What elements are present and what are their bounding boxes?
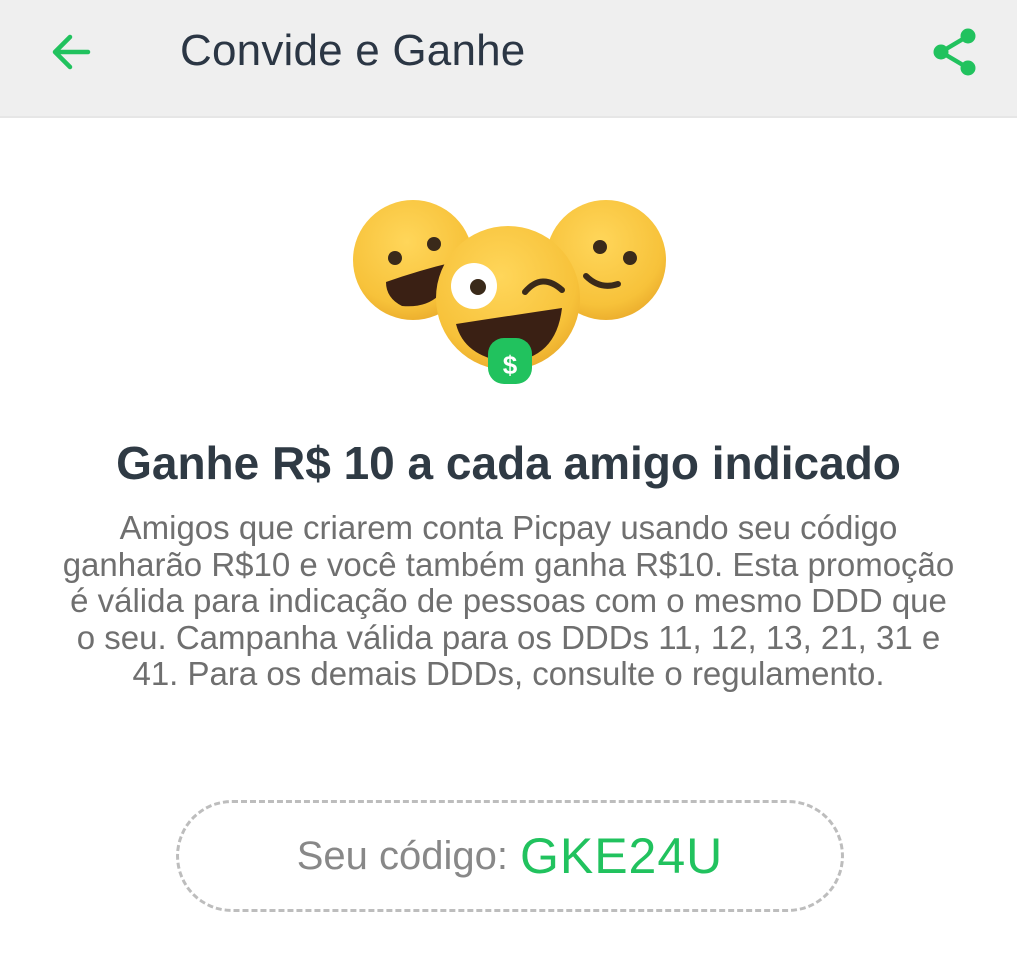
referral-code-value[interactable]: GKE24U [520,827,723,885]
back-button[interactable] [40,22,100,82]
winking-tongue-money-face-icon: $ [436,226,580,384]
referral-code-label: Seu código: [296,833,508,878]
share-button[interactable] [923,20,987,84]
dollar-sign: $ [503,350,518,380]
friends-emoji-illustration: $ [353,200,666,384]
referral-code-box[interactable]: Seu código: GKE24U [176,800,844,912]
share-icon [933,28,976,76]
app-bar: Convide e Ganhe [0,0,1017,118]
promo-headline: Ganhe R$ 10 a cada amigo indicado [116,437,901,489]
arrow-left-icon [52,34,91,70]
page-title: Convide e Ganhe [180,26,526,75]
promo-description: Amigos que criarem conta Picpay usando s… [62,509,955,692]
